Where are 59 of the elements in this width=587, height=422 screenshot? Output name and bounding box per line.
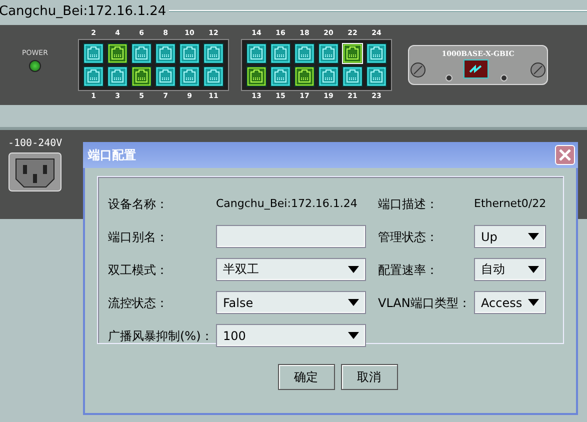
field-label: 管理状态： bbox=[378, 228, 439, 244]
dialog-title: 端口配置 bbox=[88, 146, 137, 164]
field-value: Ethernet0/22 bbox=[474, 196, 546, 212]
ethernet-port-icon[interactable] bbox=[131, 43, 152, 64]
ethernet-port-icon[interactable] bbox=[131, 66, 152, 87]
field-label: 设备名称： bbox=[108, 196, 169, 212]
ethernet-port-icon[interactable] bbox=[107, 66, 128, 87]
ethernet-port-icon[interactable] bbox=[270, 66, 291, 87]
dropdown-arrow-icon bbox=[528, 233, 539, 240]
ethernet-port-icon[interactable] bbox=[203, 43, 224, 64]
screw-icon bbox=[530, 62, 546, 78]
field-label: 端口描述： bbox=[378, 196, 439, 212]
dropdown-arrow-icon bbox=[528, 299, 539, 306]
ethernet-port-icon[interactable] bbox=[294, 66, 315, 87]
ethernet-port-icon[interactable] bbox=[83, 66, 104, 87]
field-value: Cangchu_Bei:172.16.1.24 bbox=[216, 196, 358, 212]
ethernet-port-icon[interactable] bbox=[179, 66, 200, 87]
ethernet-port-icon[interactable] bbox=[155, 66, 176, 87]
field-label: 双工模式： bbox=[108, 262, 169, 278]
ethernet-port-icon[interactable] bbox=[107, 43, 128, 64]
led-icon bbox=[446, 74, 452, 82]
field-label: 配置速率： bbox=[378, 262, 439, 278]
dropdown[interactable]: Access bbox=[474, 291, 546, 314]
field-label: 流控状态： bbox=[108, 294, 169, 310]
device-title: Cangchu_Bei:172.16.1.24 bbox=[0, 4, 166, 18]
close-button[interactable] bbox=[555, 145, 575, 165]
field-label: 广播风暴抑制(%)： bbox=[108, 328, 214, 344]
dropdown[interactable]: 自动 bbox=[474, 258, 546, 281]
fiber-port-icon[interactable] bbox=[464, 60, 488, 78]
dropdown[interactable]: 100 bbox=[216, 324, 366, 347]
ethernet-port-icon[interactable] bbox=[246, 43, 267, 64]
ethernet-port-icon[interactable] bbox=[246, 66, 267, 87]
field-label: VLAN端口类型： bbox=[378, 294, 472, 310]
dialog-button[interactable]: 取消 bbox=[340, 364, 398, 390]
dialog-button[interactable]: 确定 bbox=[278, 364, 334, 390]
ethernet-port-icon[interactable] bbox=[203, 66, 224, 87]
ethernet-port-icon[interactable] bbox=[83, 43, 104, 64]
dropdown-arrow-icon bbox=[348, 299, 359, 306]
ethernet-port-icon[interactable] bbox=[179, 43, 200, 64]
ethernet-port-icon[interactable] bbox=[270, 43, 291, 64]
ethernet-port-icon[interactable] bbox=[366, 66, 387, 87]
input-field[interactable] bbox=[216, 225, 366, 248]
ethernet-port-icon[interactable] bbox=[342, 66, 363, 87]
screw-icon bbox=[410, 62, 426, 78]
field-label: 端口别名： bbox=[108, 228, 169, 244]
dropdown[interactable]: False bbox=[216, 291, 366, 314]
ethernet-port-icon[interactable] bbox=[366, 43, 387, 64]
voltage-label: -100-240V bbox=[8, 138, 64, 149]
power-socket-icon bbox=[8, 152, 62, 192]
ethernet-port-icon[interactable] bbox=[318, 43, 339, 64]
ethernet-port-icon[interactable] bbox=[155, 43, 176, 64]
ethernet-port-icon[interactable] bbox=[294, 43, 315, 64]
led-icon bbox=[500, 74, 508, 82]
dropdown[interactable]: Up bbox=[474, 225, 546, 248]
dropdown-arrow-icon bbox=[348, 266, 359, 273]
ethernet-port-icon[interactable] bbox=[318, 66, 339, 87]
dropdown-arrow-icon bbox=[348, 332, 359, 339]
dropdown[interactable]: 半双工 bbox=[216, 258, 366, 281]
dropdown-arrow-icon bbox=[528, 266, 539, 273]
